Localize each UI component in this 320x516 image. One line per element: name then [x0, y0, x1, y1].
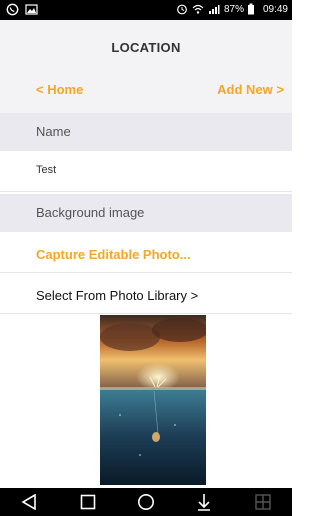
section-background-label: Background image: [36, 205, 145, 220]
clock: 09:49: [262, 4, 288, 15]
whatsapp-icon: [6, 3, 19, 16]
select-from-library-button[interactable]: Select From Photo Library >: [36, 288, 198, 303]
wifi-icon: [192, 3, 205, 16]
divider: [0, 313, 292, 314]
battery-percent: 87%: [223, 4, 244, 15]
section-name-label: Name: [36, 124, 71, 139]
divider: [0, 272, 292, 273]
home-back-button[interactable]: < Home: [36, 82, 83, 97]
back-triangle-icon[interactable]: [15, 492, 43, 512]
signal-icon: [208, 3, 221, 16]
battery-icon: [247, 3, 260, 16]
system-nav-bar: [0, 488, 292, 516]
recents-square-icon[interactable]: [74, 492, 102, 512]
name-field[interactable]: Test: [36, 164, 56, 176]
background-image-preview: [100, 315, 206, 485]
section-name: Name: [0, 113, 292, 151]
header: LOCATION < Home Add New >: [0, 20, 292, 128]
download-arrow-icon[interactable]: [190, 492, 218, 512]
home-circle-icon[interactable]: [132, 492, 160, 512]
divider: [0, 191, 292, 192]
page-title: LOCATION: [111, 40, 181, 55]
status-bar: 87% 09:49: [0, 0, 292, 20]
capture-photo-button[interactable]: Capture Editable Photo...: [36, 247, 191, 262]
grid-icon[interactable]: [249, 492, 277, 512]
section-background-image: Background image: [0, 194, 292, 232]
add-new-button[interactable]: Add New >: [217, 82, 284, 97]
image-icon: [25, 3, 38, 16]
alarm-icon: [176, 3, 189, 16]
